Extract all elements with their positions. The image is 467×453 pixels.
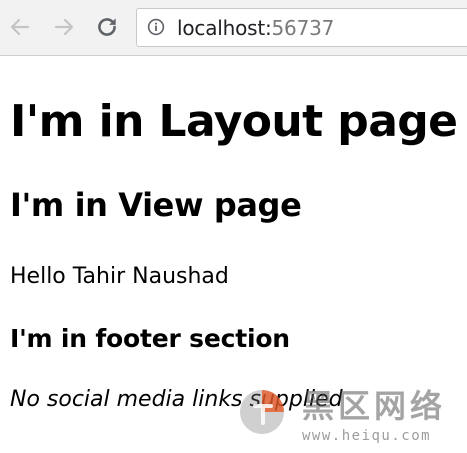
watermark-logo-icon: [240, 390, 284, 434]
url-port: 56737: [271, 16, 335, 40]
layout-heading: I'm in Layout page: [10, 96, 458, 147]
back-button[interactable]: [6, 12, 34, 42]
back-arrow-icon: [10, 18, 30, 36]
reload-icon: [98, 18, 116, 36]
watermark: 黑区网络 www.heiqu.com: [238, 386, 466, 450]
browser-toolbar: localhost:56737: [0, 0, 467, 56]
view-heading: I'm in View page: [10, 186, 302, 224]
watermark-url: www.heiqu.com: [302, 428, 432, 444]
reload-button[interactable]: [93, 12, 121, 42]
url-host: localhost:: [177, 16, 272, 40]
forward-button[interactable]: [50, 12, 78, 42]
address-bar[interactable]: localhost:56737: [136, 8, 467, 47]
info-icon[interactable]: [147, 18, 165, 36]
footer-heading: I'm in footer section: [10, 324, 290, 353]
greeting-text: Hello Tahir Naushad: [10, 264, 229, 289]
forward-arrow-icon: [54, 18, 74, 36]
url-text[interactable]: localhost:56737: [177, 16, 334, 40]
watermark-brand: 黑区网络: [302, 387, 447, 425]
